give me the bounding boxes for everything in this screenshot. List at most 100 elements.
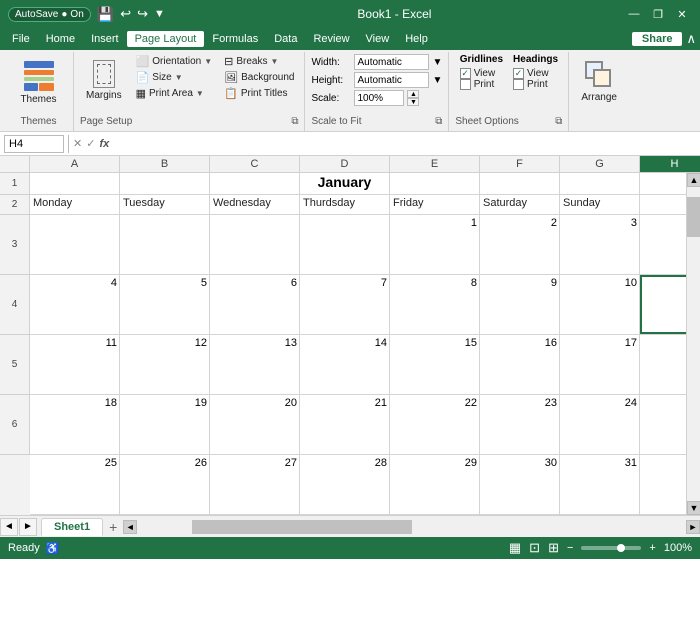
menu-file[interactable]: File bbox=[4, 31, 38, 47]
cell-f3[interactable]: 2 bbox=[480, 215, 560, 274]
cell-reference-input[interactable] bbox=[4, 135, 64, 153]
cell-g1[interactable] bbox=[560, 173, 640, 194]
cell-g5[interactable]: 17 bbox=[560, 335, 640, 394]
scale-input[interactable] bbox=[354, 90, 404, 106]
col-header-a[interactable]: A bbox=[30, 156, 120, 172]
cell-h5[interactable] bbox=[640, 335, 686, 394]
col-header-d[interactable]: D bbox=[300, 156, 390, 172]
minimize-button[interactable]: — bbox=[624, 4, 644, 24]
col-header-c[interactable]: C bbox=[210, 156, 300, 172]
cell-f5[interactable]: 16 bbox=[480, 335, 560, 394]
cell-g6[interactable]: 24 bbox=[560, 395, 640, 454]
cell-c2[interactable]: Wednesday bbox=[210, 195, 300, 214]
scroll-thumb-vertical[interactable] bbox=[687, 197, 700, 237]
cell-b4[interactable]: 5 bbox=[120, 275, 210, 334]
menu-data[interactable]: Data bbox=[266, 31, 305, 47]
cell-h1[interactable] bbox=[640, 173, 686, 194]
cell-f1[interactable] bbox=[480, 173, 560, 194]
cell-f7[interactable]: 30 bbox=[480, 455, 560, 514]
sheet-options-expand-icon[interactable]: ⧉ bbox=[555, 116, 562, 127]
orientation-button[interactable]: ⬜ Orientation ▼ bbox=[132, 54, 217, 69]
row-num-1[interactable]: 1 bbox=[0, 173, 30, 195]
scroll-right-button[interactable]: ► bbox=[686, 520, 700, 534]
scroll-left-button[interactable]: ◄ bbox=[123, 520, 137, 534]
cell-h2[interactable] bbox=[640, 195, 686, 214]
cell-a6[interactable]: 18 bbox=[30, 395, 120, 454]
cell-e3[interactable]: 1 bbox=[390, 215, 480, 274]
cell-b7[interactable]: 26 bbox=[120, 455, 210, 514]
cell-a1[interactable] bbox=[30, 173, 120, 194]
cell-h4[interactable] bbox=[640, 275, 686, 334]
cell-d3[interactable] bbox=[300, 215, 390, 274]
menu-insert[interactable]: Insert bbox=[83, 31, 127, 47]
save-icon[interactable]: 💾 bbox=[97, 6, 114, 23]
cell-h6[interactable] bbox=[640, 395, 686, 454]
autosave-toggle[interactable]: AutoSave ● On bbox=[8, 7, 91, 22]
menu-home[interactable]: Home bbox=[38, 31, 83, 47]
scale-spinner[interactable]: ▲ ▼ bbox=[407, 90, 419, 106]
col-header-b[interactable]: B bbox=[120, 156, 210, 172]
cell-b3[interactable] bbox=[120, 215, 210, 274]
cell-e1[interactable] bbox=[390, 173, 480, 194]
width-input[interactable] bbox=[354, 54, 429, 70]
row-num-4[interactable]: 4 bbox=[0, 275, 30, 335]
background-button[interactable]: 🖼 Background bbox=[220, 70, 298, 85]
cell-e6[interactable]: 22 bbox=[390, 395, 480, 454]
menu-review[interactable]: Review bbox=[305, 31, 357, 47]
cell-b5[interactable]: 12 bbox=[120, 335, 210, 394]
cell-a3[interactable] bbox=[30, 215, 120, 274]
cell-c7[interactable]: 27 bbox=[210, 455, 300, 514]
width-arrow[interactable]: ▼ bbox=[432, 57, 442, 68]
cell-d2[interactable]: Thurdsday bbox=[300, 195, 390, 214]
row-num-3[interactable]: 3 bbox=[0, 215, 30, 275]
cell-c3[interactable] bbox=[210, 215, 300, 274]
sheet-tab-sheet1[interactable]: Sheet1 bbox=[41, 518, 103, 536]
scroll-up-button[interactable]: ▲ bbox=[687, 173, 700, 187]
ribbon-collapse-icon[interactable]: ∧ bbox=[686, 31, 696, 47]
cell-b2[interactable]: Tuesday bbox=[120, 195, 210, 214]
cell-d6[interactable]: 21 bbox=[300, 395, 390, 454]
close-button[interactable]: ✕ bbox=[672, 4, 692, 24]
margins-button[interactable]: Margins bbox=[80, 54, 128, 105]
scale-up[interactable]: ▲ bbox=[407, 90, 419, 98]
headings-print-checkbox[interactable] bbox=[513, 79, 524, 90]
cell-g7[interactable]: 31 bbox=[560, 455, 640, 514]
headings-view-checkbox[interactable]: ✓ bbox=[513, 68, 524, 79]
cell-g4[interactable]: 10 bbox=[560, 275, 640, 334]
cell-c1[interactable] bbox=[210, 173, 300, 194]
share-button[interactable]: Share bbox=[632, 32, 683, 46]
undo-icon[interactable]: ↩ bbox=[120, 6, 131, 22]
scale-down[interactable]: ▼ bbox=[407, 98, 419, 106]
cell-g3[interactable]: 3 bbox=[560, 215, 640, 274]
cell-h3[interactable] bbox=[640, 215, 686, 274]
horizontal-scroll-thumb[interactable] bbox=[192, 520, 411, 534]
vertical-scrollbar[interactable]: ▲ ▼ bbox=[686, 173, 700, 515]
cell-a2[interactable]: Monday bbox=[30, 195, 120, 214]
scale-expand-icon[interactable]: ⧉ bbox=[435, 116, 442, 127]
cell-g2[interactable]: Sunday bbox=[560, 195, 640, 214]
zoom-in-icon[interactable]: + bbox=[649, 542, 655, 554]
zoom-out-icon[interactable]: − bbox=[567, 542, 573, 554]
tab-scroll-right-icon[interactable]: ► bbox=[19, 518, 37, 536]
gridlines-print-checkbox[interactable] bbox=[460, 79, 471, 90]
zoom-level[interactable]: 100% bbox=[664, 542, 692, 554]
redo-icon[interactable]: ↪ bbox=[137, 6, 148, 22]
cell-h7[interactable] bbox=[640, 455, 686, 514]
themes-button[interactable]: Themes bbox=[14, 54, 62, 109]
cell-b1[interactable] bbox=[120, 173, 210, 194]
cell-e5[interactable]: 15 bbox=[390, 335, 480, 394]
cell-e7[interactable]: 29 bbox=[390, 455, 480, 514]
cell-c6[interactable]: 20 bbox=[210, 395, 300, 454]
cell-a7[interactable]: 25 bbox=[30, 455, 120, 514]
menu-view[interactable]: View bbox=[358, 31, 398, 47]
cell-f4[interactable]: 9 bbox=[480, 275, 560, 334]
cell-e2[interactable]: Friday bbox=[390, 195, 480, 214]
gridlines-view-checkbox[interactable]: ✓ bbox=[460, 68, 471, 79]
cell-f6[interactable]: 23 bbox=[480, 395, 560, 454]
cell-c4[interactable]: 6 bbox=[210, 275, 300, 334]
cell-d7[interactable]: 28 bbox=[300, 455, 390, 514]
add-sheet-button[interactable]: + bbox=[103, 517, 123, 537]
scroll-down-button[interactable]: ▼ bbox=[687, 501, 700, 515]
cancel-formula-icon[interactable]: ✕ bbox=[73, 137, 82, 150]
cell-d1[interactable]: January bbox=[300, 173, 390, 194]
